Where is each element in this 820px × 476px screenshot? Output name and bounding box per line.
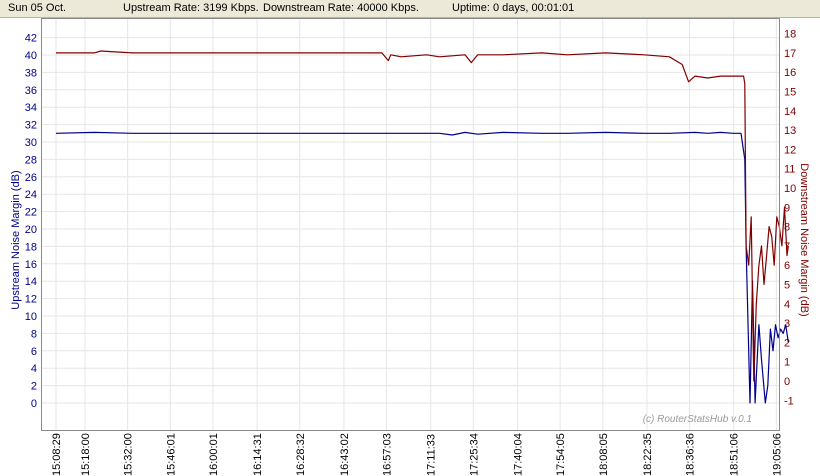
watermark: (c) RouterStatsHub v.0.1 — [643, 414, 752, 425]
left-tick-label: 14 — [25, 276, 37, 288]
noise-margin-chart: 024681012141618202224262830323436384042 … — [10, 18, 810, 476]
left-tick-label: 22 — [25, 207, 37, 219]
uptime-label: Uptime: 0 days, 00:01:01 — [452, 2, 575, 14]
x-tick-label: 17:11:33 — [426, 434, 438, 476]
x-tick-label: 18:08:05 — [598, 433, 610, 476]
x-tick-label: 17:40:04 — [513, 433, 525, 476]
x-tick-label: 18:36:36 — [685, 433, 697, 476]
x-tick-label: 17:54:05 — [555, 433, 567, 476]
right-tick-label: 17 — [784, 48, 796, 60]
right-tick-label: 14 — [784, 106, 796, 118]
left-tick-label: 4 — [31, 363, 37, 375]
left-tick-label: 6 — [31, 346, 37, 358]
right-tick-label: 13 — [784, 125, 796, 137]
x-tick-label: 15:08:29 — [51, 433, 63, 476]
left-tick-label: 36 — [25, 85, 37, 97]
x-tick-label: 19:05:06 — [771, 433, 783, 476]
right-tick-label: 12 — [784, 144, 796, 156]
right-tick-label: 1 — [784, 357, 790, 369]
x-tick-label: 16:00:01 — [208, 433, 220, 476]
left-tick-label: 24 — [25, 189, 37, 201]
left-tick-label: 26 — [25, 172, 37, 184]
right-tick-label: 15 — [784, 87, 796, 99]
left-tick-label: 30 — [25, 137, 37, 149]
x-tick-label: 16:57:03 — [382, 433, 394, 476]
x-axis-ticks: 15:08:29 15:18:00 15:32:00 15:46:01 16:00:01… — [51, 433, 783, 476]
left-tick-label: 12 — [25, 294, 37, 306]
right-tick-label: 5 — [784, 280, 790, 292]
left-axis-ticks: 024681012141618202224262830323436384042 — [25, 33, 37, 410]
left-tick-label: 0 — [31, 398, 37, 410]
left-tick-label: 40 — [25, 50, 37, 62]
left-tick-label: 18 — [25, 241, 37, 253]
left-tick-label: 2 — [31, 381, 37, 393]
left-tick-label: 20 — [25, 224, 37, 236]
left-tick-label: 34 — [25, 102, 37, 114]
x-tick-label: 16:14:31 — [252, 433, 264, 476]
left-tick-label: 10 — [25, 311, 37, 323]
right-tick-label: 11 — [784, 164, 795, 176]
x-tick-label: 16:43:02 — [339, 433, 351, 476]
x-tick-label: 18:22:35 — [642, 433, 654, 476]
downstream-rate-label: Downstream Rate: 40000 Kbps. — [263, 2, 419, 14]
right-tick-label: 16 — [784, 67, 796, 79]
right-tick-label: 10 — [784, 183, 796, 195]
x-tick-label: 15:46:01 — [165, 433, 177, 476]
left-tick-label: 38 — [25, 67, 37, 79]
x-tick-label: 15:32:00 — [123, 433, 135, 476]
left-tick-label: 8 — [31, 328, 37, 340]
left-tick-label: 32 — [25, 120, 37, 132]
left-tick-label: 42 — [25, 33, 37, 45]
right-axis-ticks: -10123456789101112131415161718 — [784, 29, 796, 408]
left-tick-label: 28 — [25, 154, 37, 166]
right-tick-label: 2 — [784, 337, 790, 349]
x-tick-label: 16:28:32 — [295, 433, 307, 476]
right-tick-label: 0 — [784, 376, 790, 388]
x-tick-label: 15:18:00 — [80, 433, 92, 476]
status-bar: Sun 05 Oct. Upstream Rate: 3199 Kbps. Do… — [0, 0, 820, 18]
right-axis-label: Downstream Noise Margin (dB) — [798, 163, 810, 316]
upstream-rate-label: Upstream Rate: 3199 Kbps. — [123, 2, 259, 14]
left-tick-label: 16 — [25, 259, 37, 271]
left-axis-label: Upstream Noise Margin (dB) — [10, 170, 22, 309]
x-tick-label: 18:51:06 — [729, 433, 741, 476]
right-tick-label: -1 — [784, 395, 794, 407]
right-tick-label: 4 — [784, 299, 790, 311]
right-tick-label: 18 — [784, 29, 796, 41]
right-tick-label: 6 — [784, 260, 790, 272]
x-tick-label: 17:25:34 — [468, 433, 480, 476]
date-label: Sun 05 Oct. — [8, 2, 67, 14]
